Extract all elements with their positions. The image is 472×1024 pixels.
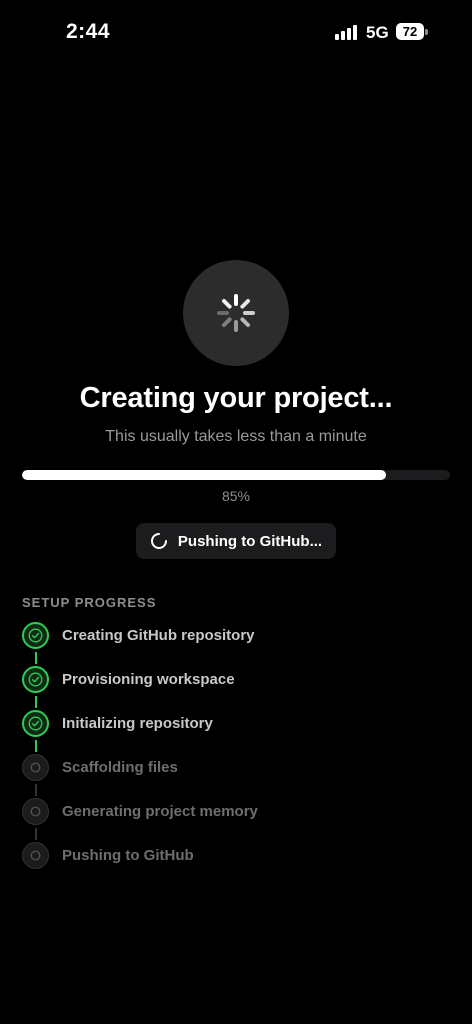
step-item: Initializing repository xyxy=(22,710,452,754)
battery-level: 72 xyxy=(396,23,424,40)
page-title: Creating your project... xyxy=(79,382,393,414)
step-label: Pushing to GitHub xyxy=(62,847,194,864)
activity-spinner-icon xyxy=(217,294,255,332)
step-item: Scaffolding files xyxy=(22,754,452,798)
step-connector xyxy=(34,784,37,796)
network-type: 5G xyxy=(366,23,389,42)
step-label: Creating GitHub repository xyxy=(62,627,255,644)
step-connector xyxy=(34,652,37,664)
step-item: Pushing to GitHub xyxy=(22,842,452,886)
step-label: Provisioning workspace xyxy=(62,671,235,688)
current-step-indicator: Pushing to GitHub... xyxy=(136,523,336,559)
section-title: SETUP PROGRESS xyxy=(22,595,157,610)
pending-circle-icon xyxy=(22,842,49,869)
check-circle-icon xyxy=(22,710,49,737)
step-item: Generating project memory xyxy=(22,798,452,842)
progress-bar xyxy=(22,470,450,480)
page-subtitle: This usually takes less than a minute xyxy=(105,428,367,445)
status-time: 2:44 xyxy=(66,20,111,43)
step-item: Provisioning workspace xyxy=(22,666,452,710)
loading-spinner xyxy=(183,260,289,366)
step-label: Initializing repository xyxy=(62,715,213,732)
step-label: Scaffolding files xyxy=(62,759,178,776)
battery-icon: 72 xyxy=(396,23,428,40)
step-item: Creating GitHub repository xyxy=(22,622,452,666)
pending-circle-icon xyxy=(22,754,49,781)
step-connector xyxy=(34,696,37,708)
check-circle-icon xyxy=(22,666,49,693)
progress-bar-fill xyxy=(22,470,386,480)
step-label: Generating project memory xyxy=(62,803,258,820)
loading-ring-icon xyxy=(150,533,167,549)
setup-steps-list: Creating GitHub repository Provisioning w… xyxy=(22,622,452,886)
status-bar: 2:44 5G 72 xyxy=(0,0,472,64)
step-connector xyxy=(34,740,37,752)
pending-circle-icon xyxy=(22,798,49,825)
check-circle-icon xyxy=(22,622,49,649)
current-step-label: Pushing to GitHub... xyxy=(177,532,323,550)
step-connector xyxy=(34,828,37,840)
progress-percent: 85% xyxy=(221,488,251,504)
cellular-signal-icon xyxy=(335,25,359,40)
